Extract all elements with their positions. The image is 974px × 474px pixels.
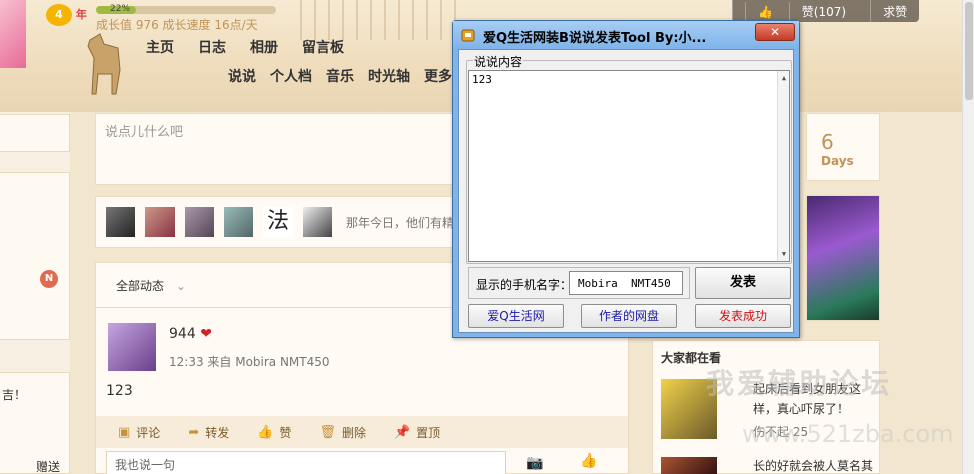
post-author-avatar[interactable] [108,323,156,371]
post-author[interactable]: 944 ❤ [169,326,212,342]
phone-name-input[interactable]: Mobira NMT450 [569,271,683,295]
praise-label: 赞 [279,425,292,440]
camera-icon[interactable]: 📷 [526,455,543,471]
scrollbar-thumb[interactable] [965,2,973,100]
trash-icon: 🗑 [319,424,336,440]
left-card-top [0,114,70,152]
forward-icon: ➦ [188,424,200,440]
secondary-nav: 说说 个人档 音乐 时光轴 更多 [228,66,452,86]
friend-avatar[interactable] [106,207,136,237]
growth-progress-label: 22% [110,4,131,14]
tool-window: 爱Q生活网装B说说发表Tool By:小... ✕ 说说内容 123 ▲ ▼ 显… [452,20,800,338]
wooden-horse-icon [87,33,121,95]
banner-art [300,0,460,40]
content-group-label: 说说内容 [473,53,524,70]
comment-label: 评论 [136,425,161,440]
watch-thumbnail[interactable] [661,457,717,474]
post-button[interactable]: 发表 [695,267,791,299]
level-badge: 4 年 [46,4,87,26]
app-icon [461,29,475,42]
tool-window-titlebar[interactable]: 爱Q生活网装B说说发表Tool By:小... ✕ [453,21,799,49]
nav-album[interactable]: 相册 [250,37,278,57]
new-badge: N [40,270,58,288]
pin-icon: 📌 [393,424,411,440]
feed-filter-label: 全部动态 [116,279,165,293]
friend-avatar[interactable] [145,207,175,237]
top-right-bar: 👍 赞(107) 求赞 [732,0,920,22]
praise-button[interactable]: 👍 赞 [257,424,291,441]
primary-nav: 主页 日志 相册 留言板 [146,37,344,57]
comment-icon: ▣ [118,424,131,440]
left-card-middle [0,172,70,340]
phone-name-group: 显示的手机名字： Mobira NMT450 [468,267,690,299]
friend-avatar[interactable] [302,207,332,237]
phone-name-label: 显示的手机名字： [476,278,573,292]
ask-like-button[interactable]: 求赞 [870,0,919,22]
author-disk-button[interactable]: 作者的网盘 [581,304,677,328]
chevron-down-icon: ⌄ [175,279,186,293]
friend-avatar[interactable] [223,207,254,237]
textarea-scrollbar[interactable]: ▲ ▼ [777,71,789,261]
forward-button[interactable]: ➦ 转发 [188,424,229,441]
composer-box[interactable]: 说点儿什么吧 [95,113,455,185]
page-scrollbar[interactable] [962,0,974,474]
on-this-day-tip: 那年今日，他们有精 [345,215,454,230]
comment-input[interactable]: 我也说一句 [106,451,506,474]
heart-icon: ❤ [200,326,212,342]
post-status-button[interactable]: 发表成功 [695,304,791,328]
thumbs-up-icon: 👍 [745,2,785,22]
level-number: 4 [46,4,72,26]
pin-label: 置顶 [416,425,441,440]
tool-window-title: 爱Q生活网装B说说发表Tool By:小... [483,31,707,46]
nav-music[interactable]: 音乐 [326,66,354,86]
watching-widget: 大家都在看 起床后看到女朋友这样，真心吓尿了！ 伤不起 25 长的好就会被人莫名… [652,340,880,474]
scroll-up-icon[interactable]: ▲ [779,73,789,83]
days-label: Days [821,154,854,168]
nav-guestbook[interactable]: 留言板 [302,37,344,57]
thumbs-up-icon: 👍 [257,424,274,440]
composer-placeholder: 说点儿什么吧 [105,125,184,140]
content-text: 123 [472,73,492,86]
post-text: 123 [106,383,133,399]
nav-shuoshuo[interactable]: 说说 [228,66,256,86]
days-number: 6 [821,130,834,154]
nav-home[interactable]: 主页 [146,37,174,57]
delete-button[interactable]: 🗑 删除 [319,424,366,441]
left-text: 吉！ [2,388,27,402]
watermark-title: 我爱辅助论坛 [706,367,893,400]
watermark-url: www.521zba.com [742,420,954,448]
game-ad-image[interactable] [806,195,880,321]
content-textarea[interactable]: 123 ▲ ▼ [468,70,790,262]
feed-filter[interactable]: 全部动态 ⌄ [116,279,186,293]
nav-timeline[interactable]: 时光轴 [368,66,410,86]
like-count: 赞(107) [788,2,859,22]
post-author-name: 944 [169,326,196,342]
site-link-button[interactable]: 爱Q生活网 [468,304,564,328]
like-button[interactable]: 👍 赞(107) [732,0,870,22]
nav-more[interactable]: 更多 [424,66,452,86]
level-suffix: 年 [75,8,87,21]
delete-label: 删除 [341,425,366,440]
friends-strip: 法 那年今日，他们有精 [95,196,455,248]
watch-item-title[interactable]: 长的好就会被人莫名其 [753,457,873,474]
close-button[interactable]: ✕ [755,23,795,41]
growth-progress-bar: 22% [96,4,276,14]
forward-label: 转发 [205,425,230,440]
post-meta: 12:33 来自 Mobira NMT450 [169,355,330,369]
friend-avatar[interactable]: 法 [263,207,293,237]
nav-profile[interactable]: 个人档 [270,66,312,86]
nav-blog[interactable]: 日志 [198,37,226,57]
comment-button[interactable]: ▣ 评论 [118,424,160,441]
days-widget: 6 Days [806,113,880,181]
tool-window-body: 说说内容 123 ▲ ▼ 显示的手机名字： Mobira NMT450 发表 爱… [458,49,794,333]
user-avatar[interactable] [0,0,26,68]
thumbs-up-icon[interactable]: 👍 [580,453,597,469]
post-actions: ▣ 评论 ➦ 转发 👍 赞 🗑 删除 📌 置顶 [96,416,628,448]
comment-placeholder: 我也说一句 [115,458,176,472]
scroll-down-icon[interactable]: ▼ [779,249,789,259]
friend-avatar[interactable] [184,207,214,237]
left-gift-link[interactable]: 赠送 [36,458,60,474]
pin-button[interactable]: 📌 置顶 [394,424,440,441]
